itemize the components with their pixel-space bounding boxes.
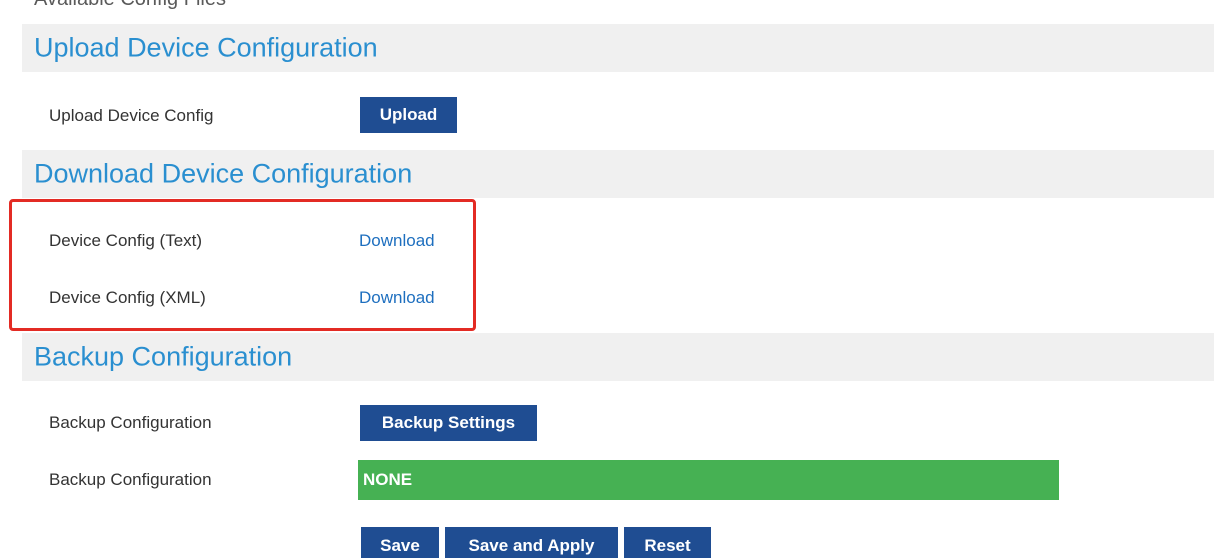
backup-status-label: Backup Configuration (49, 470, 212, 489)
upload-section-header: Upload Device Configuration (22, 24, 1214, 72)
backup-configuration-label: Backup Configuration (49, 413, 212, 432)
backup-status-bar: NONE (358, 460, 1059, 500)
download-section-header: Download Device Configuration (22, 150, 1214, 198)
backup-status-value: NONE (363, 470, 413, 489)
backup-section-title: Backup Configuration (34, 341, 293, 372)
upload-button[interactable]: Upload (360, 97, 457, 133)
upload-config-label: Upload Device Config (49, 106, 214, 125)
save-and-apply-button[interactable]: Save and Apply (445, 527, 618, 558)
config-page: Available Config Files Upload Device Con… (0, 0, 1214, 558)
download-section-title: Download Device Configuration (34, 158, 413, 189)
backup-settings-button[interactable]: Backup Settings (360, 405, 537, 441)
save-button[interactable]: Save (361, 527, 439, 558)
reset-button[interactable]: Reset (624, 527, 711, 558)
backup-section-header: Backup Configuration (22, 333, 1214, 381)
highlight-box (9, 199, 476, 331)
previous-section-title: Available Config Files (34, 0, 226, 11)
upload-section-title: Upload Device Configuration (34, 32, 378, 63)
